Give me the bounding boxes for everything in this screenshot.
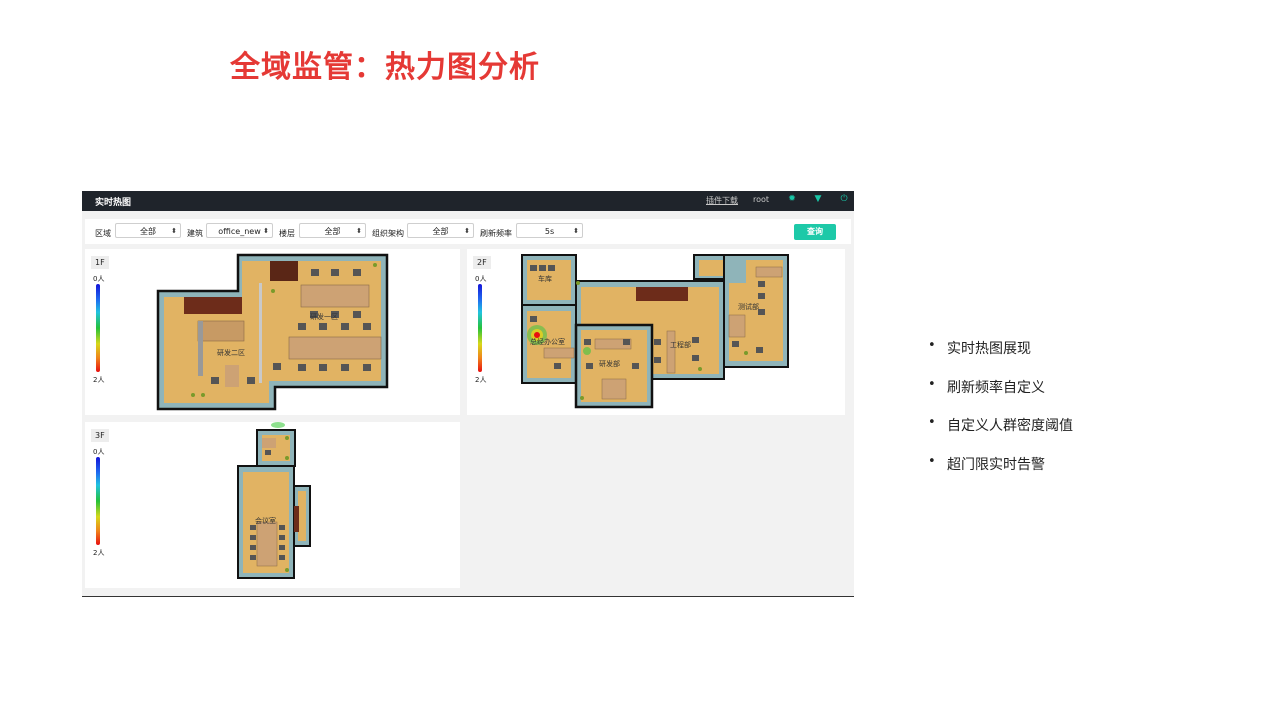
org-label: 组织架构 bbox=[372, 229, 404, 238]
floor-tag: 2F bbox=[473, 256, 491, 269]
floor-panel-2f: 2F 0人 2人 车库 总经办公室 研发部 工程部 测试部 bbox=[467, 249, 845, 415]
building-label: 建筑 bbox=[187, 229, 203, 238]
feature-item: • 实时热图展现 bbox=[928, 338, 1073, 377]
heat-spot bbox=[583, 347, 591, 355]
legend-min-label: 0人 bbox=[93, 275, 105, 283]
floor-plan-3f: 会议室 bbox=[237, 422, 311, 579]
floor-select-value: 全部 bbox=[324, 227, 341, 236]
query-button[interactable]: 查询 bbox=[794, 224, 836, 240]
room-label-rd: 研发部 bbox=[599, 359, 620, 368]
room-label-eng: 工程部 bbox=[670, 340, 691, 349]
select-arrow-icon: ⬍ bbox=[171, 227, 177, 235]
heat-legend-bar bbox=[96, 457, 100, 545]
building-select[interactable]: office_new ⬍ bbox=[206, 223, 273, 238]
feature-item: • 超门限实时告警 bbox=[928, 454, 1073, 493]
select-arrow-icon: ⬍ bbox=[263, 227, 269, 235]
legend-min-label: 0人 bbox=[93, 448, 105, 456]
filter-bar: 区域 全部 ⬍ 建筑 office_new ⬍ 楼层 全部 ⬍ 组织架构 全部 ⬍ 刷新… bbox=[85, 219, 851, 244]
app-title: 实时热图 bbox=[95, 198, 132, 208]
feature-text: 超门限实时告警 bbox=[947, 456, 1045, 473]
feature-list: • 实时热图展现 • 刷新频率自定义 • 自定义人群密度阈值 • 超门限实时告警 bbox=[928, 338, 1073, 492]
building-select-value: office_new bbox=[218, 227, 261, 236]
settings-icon[interactable]: ✹ bbox=[787, 194, 797, 204]
select-arrow-icon: ⬍ bbox=[464, 227, 470, 235]
room-label-meeting: 会议室 bbox=[255, 516, 276, 525]
floor-label: 楼层 bbox=[279, 229, 295, 238]
app-topbar: 实时热图 插件下载 root ✹ ▼ ⏻ bbox=[82, 191, 854, 211]
feature-text: 实时热图展现 bbox=[947, 341, 1031, 357]
feature-text: 刷新频率自定义 bbox=[947, 379, 1045, 396]
heat-legend-bar bbox=[478, 284, 482, 372]
floor-plan-1f: 研发一区 研发二区 bbox=[156, 253, 389, 411]
legend-max-label: 2人 bbox=[475, 376, 487, 384]
floor-panel-1f: 1F 0人 2人 研发一区 研发二区 bbox=[85, 249, 460, 415]
refresh-label: 刷新频率 bbox=[480, 229, 512, 238]
feature-item: • 自定义人群密度阈值 bbox=[928, 415, 1073, 454]
region-label: 区域 bbox=[95, 229, 111, 238]
slide-title: 全域监管：热力图分析 bbox=[230, 50, 540, 85]
legend-max-label: 2人 bbox=[93, 549, 105, 557]
bullet-icon: • bbox=[928, 376, 936, 392]
floor-tag: 1F bbox=[91, 256, 109, 269]
select-arrow-icon: ⬍ bbox=[356, 227, 362, 235]
region-select-value: 全部 bbox=[140, 227, 156, 236]
floor-tag: 3F bbox=[91, 429, 109, 442]
room-label-rd2: 研发二区 bbox=[217, 348, 245, 357]
floor-panel-3f: 3F 0人 2人 会议室 bbox=[85, 422, 460, 588]
room-label-test: 测试部 bbox=[738, 302, 759, 311]
region-select[interactable]: 全部 ⬍ bbox=[115, 223, 181, 238]
select-arrow-icon: ⬍ bbox=[573, 227, 579, 235]
legend-min-label: 0人 bbox=[475, 275, 487, 283]
refresh-select-value: 5s bbox=[544, 227, 555, 236]
legend-max-label: 2人 bbox=[93, 376, 105, 384]
bullet-icon: • bbox=[928, 338, 936, 353]
bullet-icon: • bbox=[928, 415, 936, 430]
floor-plan-2f: 车库 总经办公室 研发部 工程部 测试部 bbox=[521, 254, 789, 409]
power-icon[interactable]: ⏻ bbox=[839, 194, 849, 204]
org-select-value: 全部 bbox=[432, 227, 449, 236]
heat-legend-bar bbox=[96, 284, 100, 372]
bullet-icon: • bbox=[928, 453, 936, 469]
app-screenshot: 实时热图 插件下载 root ✹ ▼ ⏻ 区域 全部 ⬍ 建筑 office_ne… bbox=[82, 191, 854, 597]
shirt-icon[interactable]: ▼ bbox=[813, 194, 823, 204]
refresh-select[interactable]: 5s ⬍ bbox=[516, 223, 583, 238]
room-label-rd1: 研发一区 bbox=[310, 312, 338, 321]
feature-item: • 刷新频率自定义 bbox=[928, 377, 1073, 416]
user-name[interactable]: root bbox=[753, 195, 769, 204]
floor-select[interactable]: 全部 ⬍ bbox=[299, 223, 366, 238]
org-select[interactable]: 全部 ⬍ bbox=[407, 223, 474, 238]
room-label-ceo: 总经办公室 bbox=[530, 337, 565, 346]
feature-text: 自定义人群密度阈值 bbox=[947, 418, 1073, 434]
room-label-garage: 车库 bbox=[538, 274, 552, 283]
plugin-download-link[interactable]: 插件下载 bbox=[706, 195, 738, 206]
